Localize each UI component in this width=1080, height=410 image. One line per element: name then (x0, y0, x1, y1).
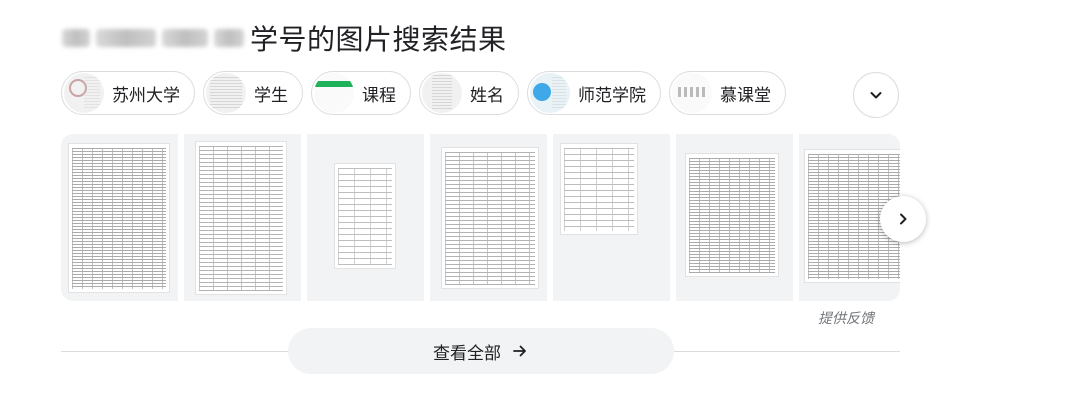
chip-mooc-classroom[interactable]: 慕课堂 (669, 71, 786, 115)
chip-label: 苏州大学 (112, 85, 180, 106)
image-result[interactable] (61, 134, 178, 301)
feedback-link[interactable]: 提供反馈 (818, 308, 874, 328)
image-result[interactable] (553, 134, 670, 301)
filter-chip-bar: 苏州大学 学生 课程 姓名 师范学院 慕课堂 (61, 70, 794, 116)
chip-label: 姓名 (470, 85, 504, 106)
expand-chips-button[interactable] (853, 72, 899, 118)
chevron-down-icon (870, 92, 882, 99)
chip-label: 慕课堂 (720, 85, 771, 106)
page-title: 学号的图片搜索结果 (250, 23, 507, 56)
image-thumbnail-strip (61, 134, 900, 301)
image-result[interactable] (307, 134, 424, 301)
image-result[interactable] (430, 134, 547, 301)
chip-thumbnail (314, 73, 354, 113)
chip-course[interactable]: 课程 (311, 71, 411, 115)
chip-label: 课程 (362, 85, 396, 106)
image-result[interactable] (184, 134, 301, 301)
chip-thumbnail (530, 73, 570, 113)
chip-thumbnail (206, 73, 246, 113)
chip-thumbnail (422, 73, 462, 113)
chip-thumbnail (672, 73, 712, 113)
chip-label: 师范学院 (578, 85, 646, 106)
results-heading: 学号的图片搜索结果 (62, 18, 507, 58)
chip-thumbnail (64, 73, 104, 113)
arrow-right-icon (513, 345, 526, 357)
chip-label: 学生 (254, 85, 288, 106)
blurred-query-text (62, 29, 244, 47)
chevron-right-icon (900, 213, 907, 225)
view-all-button[interactable]: 查看全部 (288, 328, 674, 374)
image-result[interactable] (676, 134, 793, 301)
next-images-button[interactable] (880, 196, 926, 242)
chip-name[interactable]: 姓名 (419, 71, 519, 115)
view-all-label: 查看全部 (433, 343, 501, 364)
image-results-panel: 学号的图片搜索结果 苏州大学 学生 课程 姓名 师范学院 慕课堂 提供反馈 查看… (0, 0, 1080, 410)
chip-suzhou-university[interactable]: 苏州大学 (61, 71, 195, 115)
chip-student[interactable]: 学生 (203, 71, 303, 115)
chip-normal-college[interactable]: 师范学院 (527, 71, 661, 115)
